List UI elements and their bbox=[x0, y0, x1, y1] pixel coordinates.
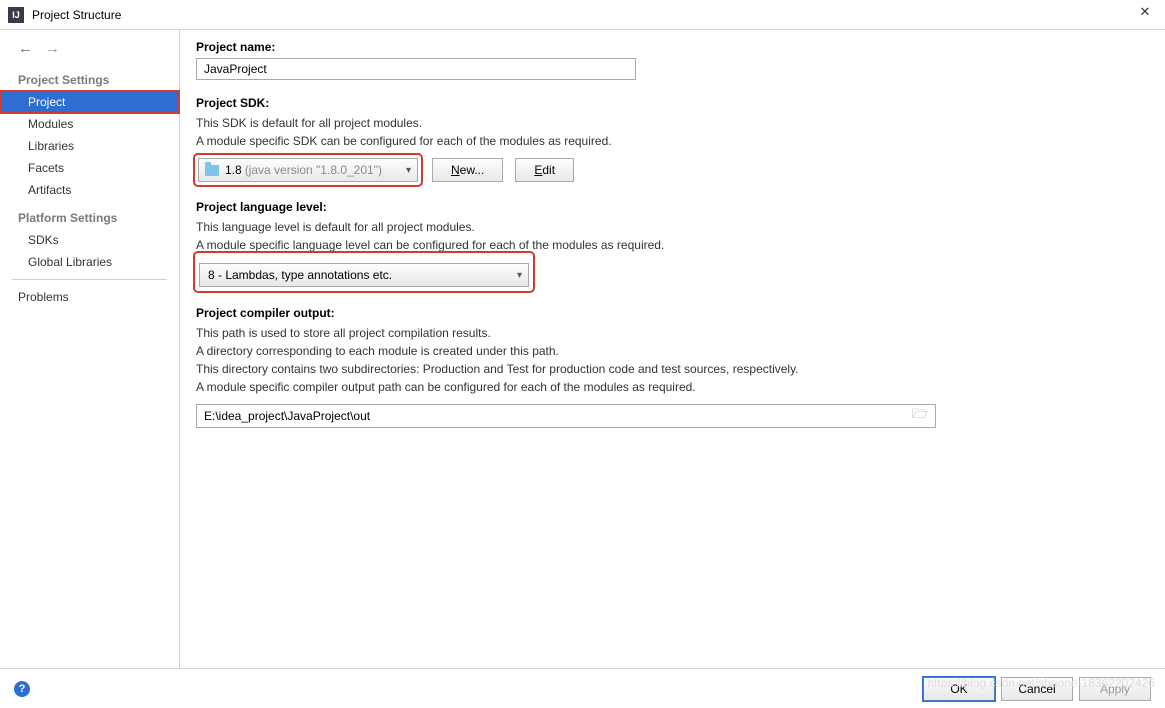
project-lang-label: Project language level: bbox=[196, 200, 1145, 214]
sidebar-item-modules[interactable]: Modules bbox=[0, 113, 179, 135]
co-help-4: A module specific compiler output path c… bbox=[196, 378, 1145, 396]
chevron-down-icon: ▾ bbox=[406, 165, 411, 176]
project-name-input[interactable] bbox=[196, 58, 636, 80]
co-help-3: This directory contains two subdirectori… bbox=[196, 360, 1145, 378]
co-help-2: A directory corresponding to each module… bbox=[196, 342, 1145, 360]
browse-folder-icon[interactable]: 🗁 bbox=[912, 405, 928, 427]
lang-level-value: 8 - Lambdas, type annotations etc. bbox=[208, 268, 392, 282]
lang-help-1: This language level is default for all p… bbox=[196, 218, 1145, 236]
lang-help-2: A module specific language level can be … bbox=[196, 236, 1145, 254]
project-name-label: Project name: bbox=[196, 40, 1145, 54]
window-title: Project Structure bbox=[32, 8, 121, 22]
platform-settings-heading: Platform Settings bbox=[0, 207, 179, 229]
nav-arrows: ← → bbox=[0, 40, 179, 69]
compiler-output-input[interactable]: E:\idea_project\JavaProject\out 🗁 bbox=[196, 404, 936, 428]
sdk-version: 1.8 bbox=[225, 163, 242, 177]
folder-icon bbox=[205, 165, 219, 176]
chevron-down-icon: ▾ bbox=[517, 270, 522, 281]
sidebar-separator bbox=[12, 279, 167, 280]
sidebar-item-problems[interactable]: Problems bbox=[0, 286, 179, 308]
sidebar-item-global-libraries[interactable]: Global Libraries bbox=[0, 251, 179, 273]
help-icon[interactable]: ? bbox=[14, 681, 30, 697]
sidebar-item-facets[interactable]: Facets bbox=[0, 157, 179, 179]
project-sdk-label: Project SDK: bbox=[196, 96, 1145, 110]
new-sdk-button[interactable]: New... bbox=[432, 158, 503, 182]
project-lang-select[interactable]: 8 - Lambdas, type annotations etc. ▾ bbox=[199, 263, 529, 287]
apply-button[interactable]: Apply bbox=[1079, 677, 1151, 701]
project-settings-heading: Project Settings bbox=[0, 69, 179, 91]
sdk-help-1: This SDK is default for all project modu… bbox=[196, 114, 1145, 132]
close-icon[interactable]: ✕ bbox=[1135, 4, 1155, 24]
sidebar: ← → Project Settings Project Modules Lib… bbox=[0, 30, 180, 668]
cancel-button[interactable]: Cancel bbox=[1001, 677, 1073, 701]
sidebar-item-sdks[interactable]: SDKs bbox=[0, 229, 179, 251]
dialog-footer: ? OK Cancel Apply bbox=[0, 668, 1165, 708]
co-help-1: This path is used to store all project c… bbox=[196, 324, 1145, 342]
titlebar: IJ Project Structure ✕ bbox=[0, 0, 1165, 30]
sidebar-item-project[interactable]: Project bbox=[0, 91, 179, 113]
back-arrow-icon[interactable]: ← bbox=[18, 40, 33, 57]
ok-button[interactable]: OK bbox=[923, 677, 995, 701]
edit-sdk-button[interactable]: Edit bbox=[515, 158, 574, 182]
sdk-help-2: A module specific SDK can be configured … bbox=[196, 132, 1145, 150]
compiler-output-path: E:\idea_project\JavaProject\out bbox=[204, 409, 912, 423]
sidebar-item-artifacts[interactable]: Artifacts bbox=[0, 179, 179, 201]
forward-arrow-icon: → bbox=[45, 40, 60, 57]
sidebar-item-libraries[interactable]: Libraries bbox=[0, 135, 179, 157]
sdk-version-detail: (java version "1.8.0_201") bbox=[245, 163, 382, 177]
compiler-output-label: Project compiler output: bbox=[196, 306, 1145, 320]
main-panel: Project name: Project SDK: This SDK is d… bbox=[180, 30, 1165, 668]
app-icon: IJ bbox=[8, 7, 24, 23]
project-sdk-select[interactable]: 1.8 (java version "1.8.0_201") ▾ bbox=[198, 158, 418, 182]
